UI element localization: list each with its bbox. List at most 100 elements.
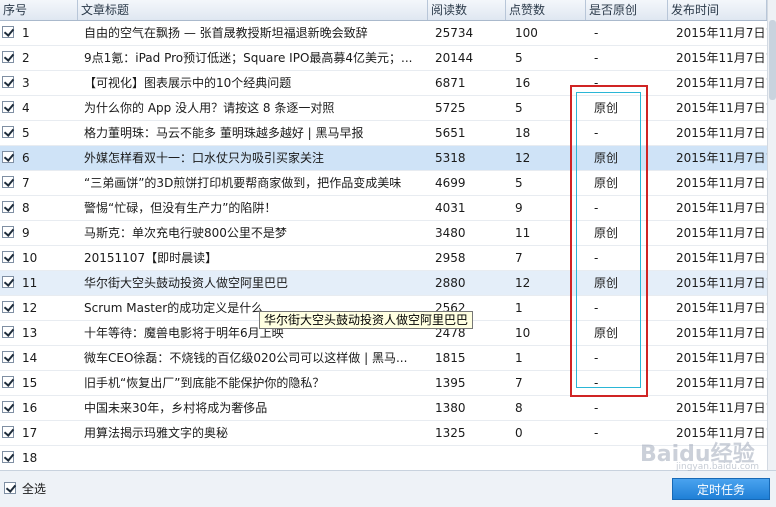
row-checkbox[interactable] (2, 426, 14, 438)
title-tooltip: 华尔街大空头鼓动投资人做空阿里巴巴 (259, 311, 474, 329)
row-checkbox[interactable] (2, 176, 14, 188)
header-time[interactable]: 发布时间 (668, 0, 767, 20)
table-row[interactable]: 15 旧手机“恢复出厂”到底能不能保护你的隐私？ 1395 7-2015年11月7日1 (0, 371, 767, 396)
cell-likes: 1 (515, 301, 523, 315)
cell-reads: 2958 (435, 251, 466, 265)
cell-likes: 18 (515, 126, 531, 140)
cell-reads (435, 446, 495, 470)
table-row[interactable]: 2 9点1氪：iPad Pro预订低迷；Square IPO最高募4亿美元；...… (0, 46, 767, 71)
row-checkbox[interactable] (2, 201, 14, 213)
cell-reads: 5318 (435, 151, 466, 165)
cell-title[interactable] (84, 446, 424, 470)
table-row[interactable]: 1 自由的空气在飘扬 — 张首晟教授斯坦福退新晚会致辞 25734 100 - 2015年… (0, 21, 767, 46)
select-all-checkbox[interactable] (4, 482, 16, 494)
header-original[interactable]: 是否原创 (586, 0, 668, 20)
baidu-watermark-url: jingyan.baidu.com (676, 462, 760, 472)
schedule-task-button[interactable]: 定时任务 (672, 478, 770, 500)
cell-likes: 7 (515, 251, 523, 265)
row-checkbox[interactable] (2, 101, 14, 113)
row-checkbox[interactable] (2, 76, 14, 88)
cell-reads: 1325 (435, 426, 466, 440)
row-checkbox[interactable] (2, 401, 14, 413)
cell-time: 2015年11月7日1 (676, 401, 767, 415)
cell-title[interactable]: 9点1氪：iPad Pro预订低迷；Square IPO最高募4亿美元；... (84, 46, 424, 70)
cell-time: 2015年11月7日1 (676, 301, 767, 315)
row-checkbox[interactable] (2, 276, 14, 288)
table-row[interactable]: 8 警惕“忙碌，但没有生产力”的陷阱！ 4031 9-2015年11月7日1 (0, 196, 767, 221)
table-row[interactable]: 6 外媒怎样看双十一：口水仗只为吸引买家关注 5318 12 原创 2015年11月7日1 (0, 146, 767, 171)
cell-likes: 5 (515, 51, 523, 65)
header-no[interactable]: 序号 (0, 0, 78, 20)
cell-likes: 1 (515, 351, 523, 365)
row-checkbox[interactable] (2, 26, 14, 38)
cell-no: 14 (22, 351, 38, 365)
cell-no: 13 (22, 326, 38, 340)
cell-reads: 2880 (435, 276, 466, 290)
cell-no: 1 (22, 26, 30, 40)
row-checkbox[interactable] (2, 151, 14, 163)
table-row[interactable]: 7 “三弟画饼”的3D煎饼打印机要帮商家做到，把作品变成美味 4699 5 原创 2015… (0, 171, 767, 196)
table-row[interactable]: 16 中国未来30年，乡村将成为奢侈品 1380 8 - 2015年11月7日1 (0, 396, 767, 421)
cell-original: - (594, 26, 599, 40)
table-row[interactable]: 14 微车CEO徐磊：不烧钱的百亿级020公司可以这样做 | 黑马... 1815 1… (0, 346, 767, 371)
cell-title[interactable]: 20151107【即时晨读】 (84, 246, 424, 270)
cell-original: - (594, 401, 599, 415)
cell-title[interactable]: 外媒怎样看双十一：口水仗只为吸引买家关注 (84, 146, 424, 170)
cell-title[interactable]: 微车CEO徐磊：不烧钱的百亿级020公司可以这样做 | 黑马... (84, 346, 424, 370)
header-likes[interactable]: 点赞数 (506, 0, 586, 20)
cell-original: - (594, 51, 599, 65)
table-row[interactable]: 5 格力董明珠：马云不能多 董明珠越多越好 | 黑马早报 5651 18-2015年1… (0, 121, 767, 146)
cell-no: 2 (22, 51, 30, 65)
cell-title[interactable]: 为什么你的 App 没人用？请按这 8 条逐一对照 (84, 96, 424, 120)
cell-time: 2015年11月7日1 (676, 26, 767, 40)
cell-no: 7 (22, 176, 30, 190)
row-checkbox[interactable] (2, 326, 14, 338)
vertical-scrollbar[interactable] (767, 0, 776, 470)
cell-title[interactable]: 中国未来30年，乡村将成为奢侈品 (84, 396, 424, 420)
cell-time: 2015年11月7日1 (676, 201, 767, 215)
table-row[interactable]: 9 马斯克：单次充电行驶800公里不是梦 3480 11 原创 2015年11月7日1 (0, 221, 767, 246)
cell-reads: 5651 (435, 126, 466, 140)
table-row[interactable]: 3 【可视化】图表展示中的10个经典问题 6871 16-2015年11月7日1 (0, 71, 767, 96)
cell-no: 9 (22, 226, 30, 240)
cell-likes: 12 (515, 151, 531, 165)
original-column-selection-outline (576, 92, 641, 388)
cell-title[interactable]: 旧手机“恢复出厂”到底能不能保护你的隐私？ (84, 371, 424, 395)
cell-reads: 4699 (435, 176, 466, 190)
header-title[interactable]: 文章标题 (78, 0, 428, 20)
cell-no: 16 (22, 401, 38, 415)
row-checkbox[interactable] (2, 451, 14, 463)
table-row[interactable]: 4 为什么你的 App 没人用？请按这 8 条逐一对照 5725 5 原创 2015年11… (0, 96, 767, 121)
cell-title[interactable]: 格力董明珠：马云不能多 董明珠越多越好 | 黑马早报 (84, 121, 424, 145)
cell-reads: 20144 (435, 51, 474, 65)
cell-time: 2015年11月7日1 (676, 176, 767, 190)
row-checkbox[interactable] (2, 251, 14, 263)
cell-no: 11 (22, 276, 38, 290)
grid-header: 序号 文章标题 阅读数 点赞数 是否原创 发布时间 (0, 0, 767, 21)
cell-title[interactable]: 华尔街大空头鼓动投资人做空阿里巴巴 (84, 271, 424, 295)
cell-title[interactable]: 自由的空气在飘扬 — 张首晟教授斯坦福退新晚会致辞 (84, 21, 424, 45)
cell-title[interactable]: 用算法揭示玛雅文字的奥秘 (84, 421, 424, 445)
cell-time: 2015年11月7日1 (676, 226, 767, 240)
cell-title[interactable]: 警惕“忙碌，但没有生产力”的陷阱！ (84, 196, 424, 220)
row-checkbox[interactable] (2, 301, 14, 313)
table-row[interactable]: 11 华尔街大空头鼓动投资人做空阿里巴巴 2880 12 原创 2015年11月7日1 (0, 271, 767, 296)
cell-reads: 1395 (435, 376, 466, 390)
cell-title[interactable]: “三弟画饼”的3D煎饼打印机要帮商家做到，把作品变成美味 (84, 171, 424, 195)
row-checkbox[interactable] (2, 376, 14, 388)
row-checkbox[interactable] (2, 226, 14, 238)
cell-title[interactable]: 【可视化】图表展示中的10个经典问题 (84, 71, 424, 95)
table-row[interactable]: 10 20151107【即时晨读】 2958 7-2015年11月7日1 (0, 246, 767, 271)
row-checkbox[interactable] (2, 51, 14, 63)
row-checkbox[interactable] (2, 126, 14, 138)
cell-title[interactable]: 马斯克：单次充电行驶800公里不是梦 (84, 221, 424, 245)
cell-likes: 16 (515, 76, 531, 90)
cell-likes: 9 (515, 201, 523, 215)
row-checkbox[interactable] (2, 351, 14, 363)
header-reads[interactable]: 阅读数 (428, 0, 506, 20)
cell-likes: 7 (515, 376, 523, 390)
select-all-label[interactable]: 全选 (22, 480, 46, 498)
cell-time: 2015年11月7日1 (676, 76, 767, 90)
cell-no: 12 (22, 301, 38, 315)
scrollbar-thumb[interactable] (769, 20, 776, 100)
